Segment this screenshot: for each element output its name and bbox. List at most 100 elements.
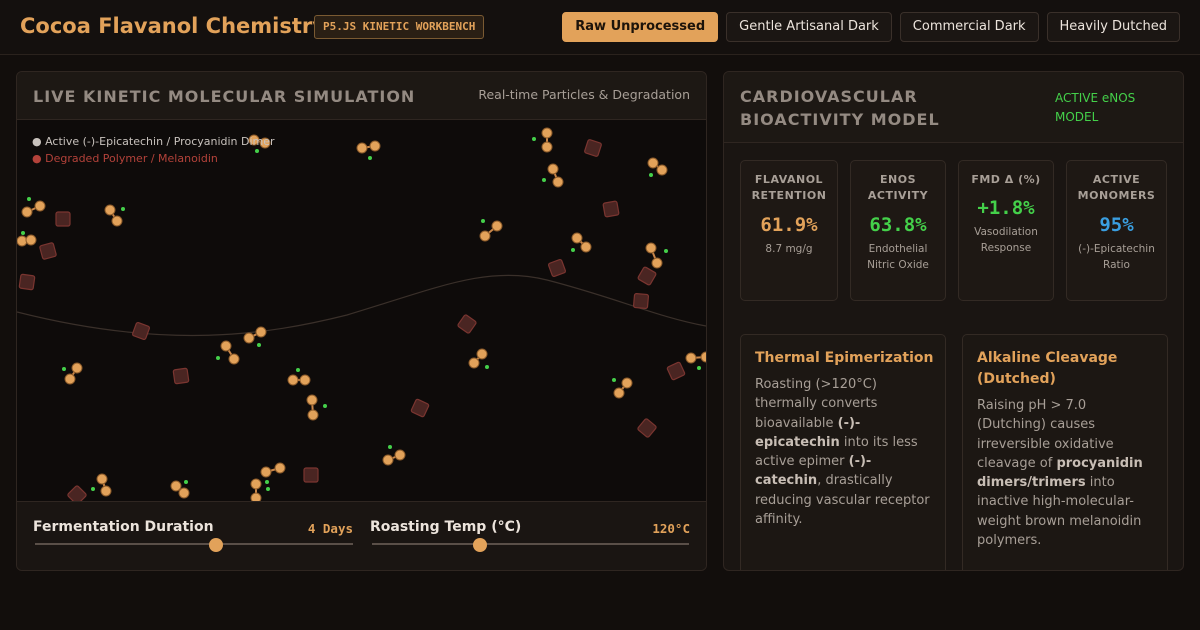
hydroxyl-group <box>571 248 575 252</box>
card-title: Alkaline Cleavage (Dutched) <box>977 350 1118 387</box>
preset-commercial-dark-button[interactable]: Commercial Dark <box>899 12 1039 42</box>
epicatechin-molecule <box>260 466 272 478</box>
epicatechin-molecule <box>228 353 240 365</box>
melanoidin-particle <box>547 258 567 278</box>
epicatechin-molecule <box>651 257 663 269</box>
roasting-slider-thumb[interactable] <box>472 538 487 552</box>
epicatechin-molecule <box>369 140 381 152</box>
preset-buttons: Raw Unprocessed Gentle Artisanal Dark Co… <box>562 12 1180 42</box>
epicatechin-molecule <box>274 462 286 474</box>
epicatechin-molecule <box>552 176 564 188</box>
hydroxyl-group <box>266 487 270 491</box>
epicatechin-molecule <box>250 478 262 490</box>
hydroxyl-group <box>697 366 701 370</box>
thermal-gradient-curve <box>17 274 706 337</box>
hydroxyl-group <box>265 480 269 484</box>
preset-raw-unprocessed-button[interactable]: Raw Unprocessed <box>562 12 719 42</box>
epicatechin-molecule <box>613 387 625 399</box>
epicatechin-molecule <box>96 473 108 485</box>
melanoidin-particle <box>457 314 477 334</box>
preset-gentle-artisanal-dark-button[interactable]: Gentle Artisanal Dark <box>726 12 892 42</box>
epicatechin-molecule <box>17 235 28 247</box>
thermal-epimerization-card: Thermal Epimerization Roasting (>120°C) … <box>740 334 946 570</box>
bioactivity-panel: CARDIOVASCULAR BIOACTIVITY MODEL ACTIVE … <box>723 71 1184 571</box>
preset-heavily-dutched-button[interactable]: Heavily Dutched <box>1046 12 1180 42</box>
epicatechin-molecule <box>111 215 123 227</box>
epicatechin-molecule <box>25 234 37 246</box>
fermentation-label: Fermentation Duration <box>33 519 214 535</box>
hydroxyl-group <box>323 404 327 408</box>
legend-active: ● Active (-)-Epicatechin / Procyanidin D… <box>32 135 275 148</box>
epicatechin-molecule <box>700 351 706 363</box>
roasting-value: 120°C <box>652 521 690 536</box>
enos-model-badge: ACTIVE eNOS MODEL <box>1055 91 1136 124</box>
hydroxyl-group <box>532 137 536 141</box>
epicatechin-molecule <box>170 480 182 492</box>
metric-value: +1.8% <box>977 197 1035 219</box>
hydroxyl-group <box>664 249 668 253</box>
fermentation-value: 4 Days <box>307 521 353 536</box>
hydroxyl-group <box>91 487 95 491</box>
metric-value: 61.9% <box>760 214 818 236</box>
melanoidin-particle <box>18 273 36 291</box>
epicatechin-molecule <box>100 485 112 497</box>
epicatechin-molecule <box>299 374 311 386</box>
epicatechin-molecule <box>21 206 33 218</box>
epicatechin-molecule <box>307 409 319 421</box>
epicatechin-molecule <box>621 377 633 389</box>
melanoidin-particle <box>602 200 620 218</box>
epicatechin-molecule <box>479 230 491 242</box>
card-body: Raising pH > 7.0 (Dutching) causes irrev… <box>977 396 1157 550</box>
particle-canvas[interactable]: ● Active (-)-Epicatechin / Procyanidin D… <box>17 120 706 501</box>
fermentation-slider-thumb[interactable] <box>209 538 224 552</box>
melanoidin-particle <box>303 467 319 483</box>
epicatechin-molecule <box>571 232 583 244</box>
metric-active-monomers: ACTIVE MONOMERS 95% (-)-Epicatechin Rati… <box>1066 160 1167 301</box>
simulation-panel-header: LIVE KINETIC MOLECULAR SIMULATION Real-t… <box>17 72 706 120</box>
hydroxyl-group <box>121 207 125 211</box>
metric-label: FLAVANOL RETENTION <box>751 173 827 202</box>
epicatechin-molecule <box>71 362 83 374</box>
bioactivity-panel-header: CARDIOVASCULAR BIOACTIVITY MODEL ACTIVE … <box>724 72 1183 143</box>
metric-sub: (-)-Epicatechin Ratio <box>1078 243 1155 271</box>
metric-label: FMD Δ (%) <box>971 173 1041 186</box>
epicatechin-molecule <box>491 220 503 232</box>
hydroxyl-group <box>481 219 485 223</box>
epicatechin-molecule <box>647 157 659 169</box>
melanoidin-particle <box>632 292 650 310</box>
epicatechin-molecule <box>250 492 262 501</box>
hydroxyl-group <box>216 356 220 360</box>
melanoidin-particle <box>637 266 657 286</box>
hydroxyl-group <box>612 378 616 382</box>
hydroxyl-group <box>388 445 392 449</box>
metric-value: 63.8% <box>869 214 927 236</box>
melanoidin-particle <box>55 211 71 227</box>
metric-flavanol-retention: FLAVANOL RETENTION 61.9% 8.7 mg/g <box>740 160 838 301</box>
melanoidin-particle <box>584 139 602 157</box>
epicatechin-molecule <box>645 242 657 254</box>
epicatechin-molecule <box>64 373 76 385</box>
card-body: Roasting (>120°C) thermally converts bio… <box>755 375 935 529</box>
epicatechin-molecule <box>255 326 267 338</box>
epicatechin-molecule <box>547 163 559 175</box>
melanoidin-particle <box>637 418 657 438</box>
fermentation-slider-track[interactable] <box>35 543 353 545</box>
epicatechin-molecule <box>306 394 318 406</box>
epicatechin-molecule <box>656 164 668 176</box>
epicatechin-molecule <box>34 200 46 212</box>
simulation-controls: Fermentation Duration 4 Days Roasting Te… <box>17 501 706 570</box>
epicatechin-molecule <box>104 204 116 216</box>
epicatechin-molecule <box>476 348 488 360</box>
metric-sub: Vasodilation Response <box>974 226 1038 254</box>
card-title: Thermal Epimerization <box>755 350 934 366</box>
hydroxyl-group <box>27 197 31 201</box>
legend-degraded: ● Degraded Polymer / Melanoidin <box>32 152 218 165</box>
bioactivity-title: CARDIOVASCULAR BIOACTIVITY MODEL <box>740 87 940 129</box>
alkaline-cleavage-card: Alkaline Cleavage (Dutched) Raising pH >… <box>962 334 1168 570</box>
hydroxyl-group <box>257 343 261 347</box>
top-bar: Cocoa Flavanol Chemistry P5.JS KINETIC W… <box>0 0 1200 55</box>
roasting-label: Roasting Temp (°C) <box>370 519 522 535</box>
roasting-slider-track[interactable] <box>372 543 689 545</box>
hydroxyl-group <box>542 178 546 182</box>
metric-label: ENOS ACTIVITY <box>867 173 929 202</box>
